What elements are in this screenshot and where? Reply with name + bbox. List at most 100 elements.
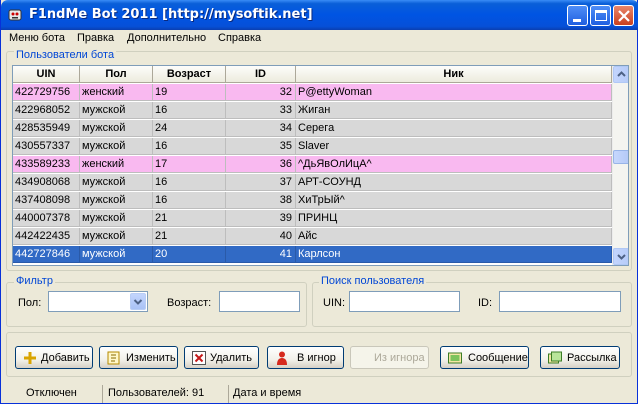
unignore-user-icon	[357, 350, 373, 366]
cell-sex: мужской	[80, 228, 153, 245]
age-input[interactable]	[219, 291, 300, 312]
id-search-input[interactable]	[499, 291, 621, 312]
age-label: Возраст:	[167, 297, 212, 309]
chevron-down-icon	[133, 299, 143, 305]
column-header-age[interactable]: Возраст	[153, 66, 226, 83]
cell-uin: 442727846	[13, 246, 80, 263]
title-bar[interactable]: F1ndMe Bot 2011 [http://mysoftik.net]	[1, 0, 638, 30]
scroll-up-button[interactable]	[613, 66, 628, 83]
mailing-icon	[548, 351, 562, 364]
cell-nick: ^ДьЯвОлИцА^	[296, 156, 612, 173]
cell-uin: 428535949	[13, 120, 80, 137]
cell-age: 16	[153, 174, 226, 191]
unignore-button[interactable]: Из игнора	[350, 346, 429, 369]
maximize-icon	[595, 10, 607, 21]
sex-combobox-dropdown-button[interactable]	[130, 293, 146, 310]
cell-nick: АРТ-СОУНД	[296, 174, 612, 191]
close-button[interactable]	[613, 5, 634, 26]
menu-edit[interactable]: Правка	[77, 32, 114, 44]
scroll-down-button[interactable]	[613, 248, 628, 265]
menu-bar: Меню бота Правка Дополнительно Справка	[1, 30, 638, 48]
cell-uin: 422729756	[13, 84, 80, 101]
grid-scrollbar[interactable]	[612, 66, 628, 265]
cell-age: 20	[153, 246, 226, 263]
table-row[interactable]: 440007378 мужской 21 39 ПРИНЦ	[13, 210, 612, 227]
cell-age: 21	[153, 210, 226, 227]
delete-button-label: Удалить	[210, 352, 252, 364]
status-datetime-panel: Дата и время	[228, 385, 633, 403]
column-header-uin[interactable]: UIN	[13, 66, 80, 83]
scroll-thumb[interactable]	[613, 150, 628, 164]
plus-icon	[24, 352, 36, 364]
status-connection-panel: Отключен	[3, 385, 101, 403]
table-row[interactable]: 422968052 мужской 16 33 Жиган	[13, 102, 612, 119]
table-row[interactable]: 430557337 мужской 16 35 Slaver	[13, 138, 612, 155]
minimize-button[interactable]	[567, 5, 588, 26]
status-users-panel: Пользователей: 91	[102, 385, 227, 403]
cell-uin: 440007378	[13, 210, 80, 227]
edit-button-label: Изменить	[126, 352, 176, 364]
table-row[interactable]: 422729756 женский 19 32 P@ettyWoman	[13, 84, 612, 101]
cell-id: 35	[226, 138, 296, 155]
maximize-button[interactable]	[590, 5, 611, 26]
sex-label: Пол:	[18, 297, 42, 309]
cell-nick: Серега	[296, 120, 612, 137]
users-group-title: Пользователи бота	[14, 49, 117, 61]
message-button-label: Сообщение	[468, 352, 528, 364]
cell-age: 24	[153, 120, 226, 137]
cell-nick: Slaver	[296, 138, 612, 155]
chevron-down-icon	[617, 254, 626, 260]
cell-sex: мужской	[80, 192, 153, 209]
menu-additional[interactable]: Дополнительно	[127, 32, 206, 44]
cell-id: 32	[226, 84, 296, 101]
cell-uin: 433589233	[13, 156, 80, 173]
cell-id: 38	[226, 192, 296, 209]
mailing-button[interactable]: Рассылка	[540, 346, 620, 369]
chevron-up-icon	[617, 71, 626, 77]
search-group-title: Поиск пользователя	[319, 275, 427, 287]
cell-nick: Карлсон	[296, 246, 612, 263]
main-window: F1ndMe Bot 2011 [http://mysoftik.net] Ме…	[0, 0, 638, 404]
table-row[interactable]: 434908068 мужской 16 37 АРТ-СОУНД	[13, 174, 612, 191]
cell-id: 34	[226, 120, 296, 137]
table-row[interactable]: 442422435 мужской 21 40 Айс	[13, 228, 612, 245]
edit-button[interactable]: Изменить	[99, 346, 178, 369]
cell-id: 39	[226, 210, 296, 227]
cell-age: 16	[153, 138, 226, 155]
table-row[interactable]: 437408098 мужской 16 38 ХиТрЫй^	[13, 192, 612, 209]
cell-age: 17	[153, 156, 226, 173]
cell-sex: мужской	[80, 138, 153, 155]
cell-nick: Айс	[296, 228, 612, 245]
table-row[interactable]: 433589233 женский 17 36 ^ДьЯвОлИцА^	[13, 156, 612, 173]
add-button-label: Добавить	[41, 352, 90, 364]
ignore-button[interactable]: В игнор	[267, 346, 344, 369]
delete-button[interactable]: Удалить	[184, 346, 259, 369]
status-bar: Отключен Пользователей: 91 Дата и время	[1, 382, 637, 404]
cell-id: 40	[226, 228, 296, 245]
cell-sex: мужской	[80, 102, 153, 119]
cell-sex: мужской	[80, 174, 153, 191]
window-title: F1ndMe Bot 2011 [http://mysoftik.net]	[29, 7, 313, 22]
cell-id: 33	[226, 102, 296, 119]
table-row[interactable]: 442727846 мужской 20 41 Карлсон	[13, 246, 612, 263]
users-grid[interactable]: UIN Пол Возраст ID Ник 422729756 женский 1…	[12, 65, 629, 266]
message-button[interactable]: Сообщение	[440, 346, 529, 369]
cell-uin: 442422435	[13, 228, 80, 245]
connection-status: Отключен	[26, 387, 77, 399]
column-header-id[interactable]: ID	[226, 66, 296, 83]
unignore-button-label: Из игнора	[374, 352, 425, 364]
cell-uin: 434908068	[13, 174, 80, 191]
uin-search-input[interactable]	[349, 291, 460, 312]
table-row[interactable]: 428535949 мужской 24 34 Серега	[13, 120, 612, 137]
menu-bot[interactable]: Меню бота	[9, 32, 65, 44]
menu-help[interactable]: Справка	[218, 32, 261, 44]
cell-sex: мужской	[80, 120, 153, 137]
column-header-sex[interactable]: Пол	[80, 66, 153, 83]
cell-age: 19	[153, 84, 226, 101]
sex-combobox[interactable]	[48, 291, 148, 312]
add-button[interactable]: Добавить	[15, 346, 93, 369]
ignore-button-label: В игнор	[297, 352, 336, 364]
column-header-nick[interactable]: Ник	[296, 66, 612, 83]
cell-id: 36	[226, 156, 296, 173]
cell-sex: женский	[80, 84, 153, 101]
